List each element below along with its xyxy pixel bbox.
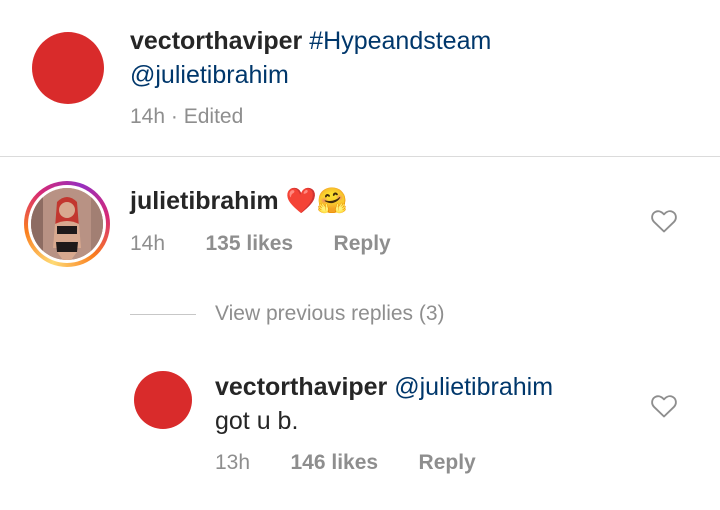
reply-avatar[interactable] bbox=[134, 371, 192, 429]
reply-button[interactable]: Reply bbox=[334, 232, 391, 255]
emoji-text: ❤️🤗 bbox=[285, 187, 348, 215]
view-replies-button[interactable]: View previous replies (3) bbox=[215, 302, 445, 326]
comment-meta: 14h 135 likes Reply bbox=[130, 232, 391, 256]
profile-photo bbox=[31, 188, 103, 260]
post-caption: vectorthaviper #Hypeandsteam @julietibra… bbox=[130, 24, 690, 92]
comment-line: julietibrahim ❤️🤗 bbox=[130, 184, 348, 218]
reply-username[interactable]: vectorthaviper bbox=[215, 373, 387, 401]
post-meta: 14h · Edited bbox=[130, 105, 243, 129]
reply-reply-button[interactable]: Reply bbox=[419, 451, 476, 474]
mention-link[interactable]: @julietibrahim bbox=[130, 61, 289, 89]
edited-label: Edited bbox=[183, 105, 244, 128]
reply-heart-icon[interactable] bbox=[650, 393, 678, 419]
post-time: 14h bbox=[130, 105, 166, 128]
reply-likes[interactable]: 146 likes bbox=[291, 451, 379, 474]
reply-mention-link[interactable]: @julietibrahim bbox=[394, 373, 553, 401]
comment-time: 14h bbox=[130, 232, 166, 255]
story-avatar[interactable] bbox=[24, 181, 110, 267]
comment-likes[interactable]: 135 likes bbox=[206, 232, 294, 255]
reply-text: got u b. bbox=[215, 407, 299, 435]
meta-separator: · bbox=[170, 105, 178, 128]
reply-meta: 13h 146 likes Reply bbox=[215, 451, 476, 475]
comment-username[interactable]: julietibrahim bbox=[130, 187, 279, 215]
avatar[interactable] bbox=[32, 32, 104, 104]
heart-icon[interactable] bbox=[650, 208, 678, 234]
replies-divider-line bbox=[130, 314, 196, 315]
reply-time: 13h bbox=[215, 451, 251, 474]
post-username[interactable]: vectorthaviper bbox=[130, 27, 302, 55]
divider bbox=[0, 156, 720, 157]
hashtag-link[interactable]: #Hypeandsteam bbox=[309, 27, 491, 55]
reply-content: vectorthaviper @julietibrahim got u b. bbox=[215, 370, 645, 438]
